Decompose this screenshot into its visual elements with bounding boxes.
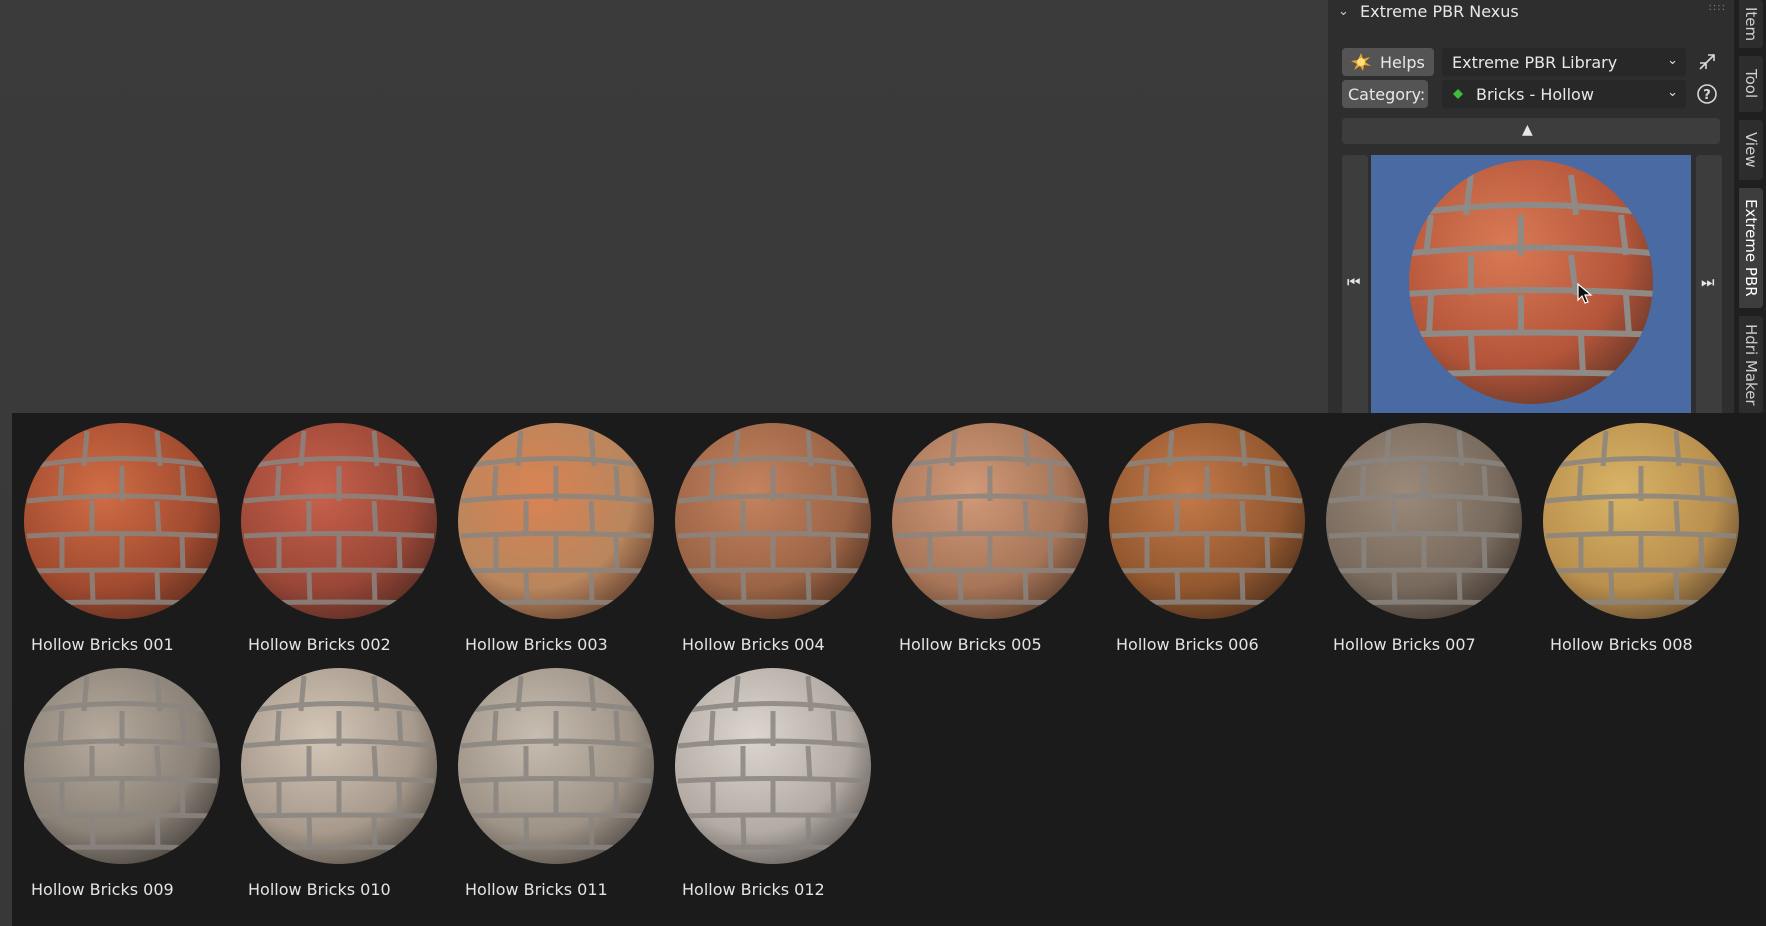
helps-button[interactable]: Helps bbox=[1342, 48, 1434, 76]
mouse-cursor-icon bbox=[1577, 283, 1593, 304]
material-thumbnail bbox=[24, 423, 220, 619]
tab-hdri-maker[interactable]: Hdri Maker bbox=[1739, 316, 1763, 413]
panel-title: Extreme PBR Nexus bbox=[1360, 2, 1519, 21]
gallery-item[interactable]: Hollow Bricks 007 bbox=[1314, 413, 1524, 654]
chevron-down-icon: ⌄ bbox=[1667, 85, 1678, 100]
gallery-item[interactable]: Hollow Bricks 001 bbox=[12, 413, 222, 654]
material-thumbnail bbox=[241, 423, 437, 619]
previous-material-button[interactable]: ⏮ bbox=[1342, 155, 1368, 413]
library-dropdown[interactable]: Extreme PBR Library ⌄ bbox=[1442, 48, 1686, 76]
material-name: Hollow Bricks 001 bbox=[31, 635, 174, 654]
next-material-button[interactable]: ⏭ bbox=[1696, 155, 1722, 413]
gallery-item[interactable]: Hollow Bricks 009 bbox=[12, 658, 222, 899]
material-name: Hollow Bricks 011 bbox=[465, 880, 608, 899]
collapse-up-icon: ▲ bbox=[1522, 122, 1533, 138]
helps-label: Helps bbox=[1380, 52, 1425, 72]
collapse-preview-button[interactable]: ▲ bbox=[1342, 118, 1720, 144]
gallery-item[interactable]: Hollow Bricks 003 bbox=[446, 413, 656, 654]
material-gallery[interactable]: Hollow Bricks 001 Hollow Bricks 002 Hollow… bbox=[12, 413, 1766, 926]
gallery-item[interactable]: Hollow Bricks 006 bbox=[1097, 413, 1307, 654]
diamond-icon bbox=[1453, 89, 1463, 99]
category-value: Bricks - Hollow bbox=[1476, 84, 1594, 104]
sidebar-tabs: Item Tool View Extreme PBR Hdri Maker bbox=[1734, 0, 1766, 413]
material-thumbnail bbox=[24, 668, 220, 864]
gallery-item[interactable]: Hollow Bricks 012 bbox=[663, 658, 873, 899]
material-thumbnail bbox=[675, 423, 871, 619]
gallery-item[interactable]: Hollow Bricks 010 bbox=[229, 658, 439, 899]
sun-burst-icon bbox=[1351, 53, 1371, 71]
drag-grip-icon[interactable]: :::: bbox=[1709, 2, 1726, 13]
tab-tool[interactable]: Tool bbox=[1739, 56, 1763, 112]
material-name: Hollow Bricks 010 bbox=[248, 880, 391, 899]
tab-label: Item bbox=[1742, 6, 1760, 42]
material-name: Hollow Bricks 008 bbox=[1550, 635, 1693, 654]
material-thumbnail bbox=[1326, 423, 1522, 619]
tab-extreme-pbr[interactable]: Extreme PBR bbox=[1739, 188, 1763, 308]
library-value: Extreme PBR Library bbox=[1452, 52, 1618, 72]
tab-label: Extreme PBR bbox=[1742, 199, 1760, 297]
material-name: Hollow Bricks 005 bbox=[899, 635, 1042, 654]
material-name: Hollow Bricks 006 bbox=[1116, 635, 1259, 654]
material-thumbnail bbox=[458, 423, 654, 619]
material-thumbnail bbox=[1109, 423, 1305, 619]
category-label-text: Category: bbox=[1348, 84, 1426, 104]
shrink-icon[interactable] bbox=[1696, 51, 1718, 73]
gallery-item[interactable]: Hollow Bricks 002 bbox=[229, 413, 439, 654]
material-name: Hollow Bricks 004 bbox=[682, 635, 825, 654]
material-preview[interactable] bbox=[1371, 155, 1691, 413]
material-name: Hollow Bricks 012 bbox=[682, 880, 825, 899]
tab-item[interactable]: Item bbox=[1739, 0, 1763, 48]
svg-text:?: ? bbox=[1703, 88, 1711, 103]
material-thumbnail bbox=[675, 668, 871, 864]
skip-previous-icon: ⏮ bbox=[1347, 273, 1361, 291]
extreme-pbr-panel: ⌄ Extreme PBR Nexus :::: Helps Extreme P… bbox=[1328, 0, 1734, 413]
tab-label: Hdri Maker bbox=[1742, 323, 1760, 406]
material-name: Hollow Bricks 007 bbox=[1333, 635, 1476, 654]
chevron-down-icon[interactable]: ⌄ bbox=[1338, 4, 1349, 19]
gallery-item[interactable]: Hollow Bricks 004 bbox=[663, 413, 873, 654]
tab-view[interactable]: View bbox=[1739, 120, 1763, 180]
material-name: Hollow Bricks 003 bbox=[465, 635, 608, 654]
gallery-item[interactable]: Hollow Bricks 011 bbox=[446, 658, 656, 899]
material-name: Hollow Bricks 009 bbox=[31, 880, 174, 899]
brick-sphere-preview bbox=[1409, 160, 1653, 404]
material-thumbnail bbox=[1543, 423, 1739, 619]
tab-label: Tool bbox=[1742, 69, 1760, 99]
material-name: Hollow Bricks 002 bbox=[248, 635, 391, 654]
panel-header[interactable]: ⌄ Extreme PBR Nexus :::: bbox=[1328, 0, 1734, 24]
tab-label: View bbox=[1742, 132, 1760, 168]
material-thumbnail bbox=[458, 668, 654, 864]
category-dropdown[interactable]: Bricks - Hollow ⌄ bbox=[1442, 80, 1686, 108]
help-icon[interactable]: ? bbox=[1696, 83, 1718, 105]
category-label: Category: bbox=[1342, 80, 1428, 108]
skip-next-icon: ⏭ bbox=[1701, 273, 1715, 291]
chevron-down-icon: ⌄ bbox=[1667, 53, 1678, 68]
gallery-item[interactable]: Hollow Bricks 008 bbox=[1531, 413, 1741, 654]
material-thumbnail bbox=[241, 668, 437, 864]
material-thumbnail bbox=[892, 423, 1088, 619]
gallery-item[interactable]: Hollow Bricks 005 bbox=[880, 413, 1090, 654]
